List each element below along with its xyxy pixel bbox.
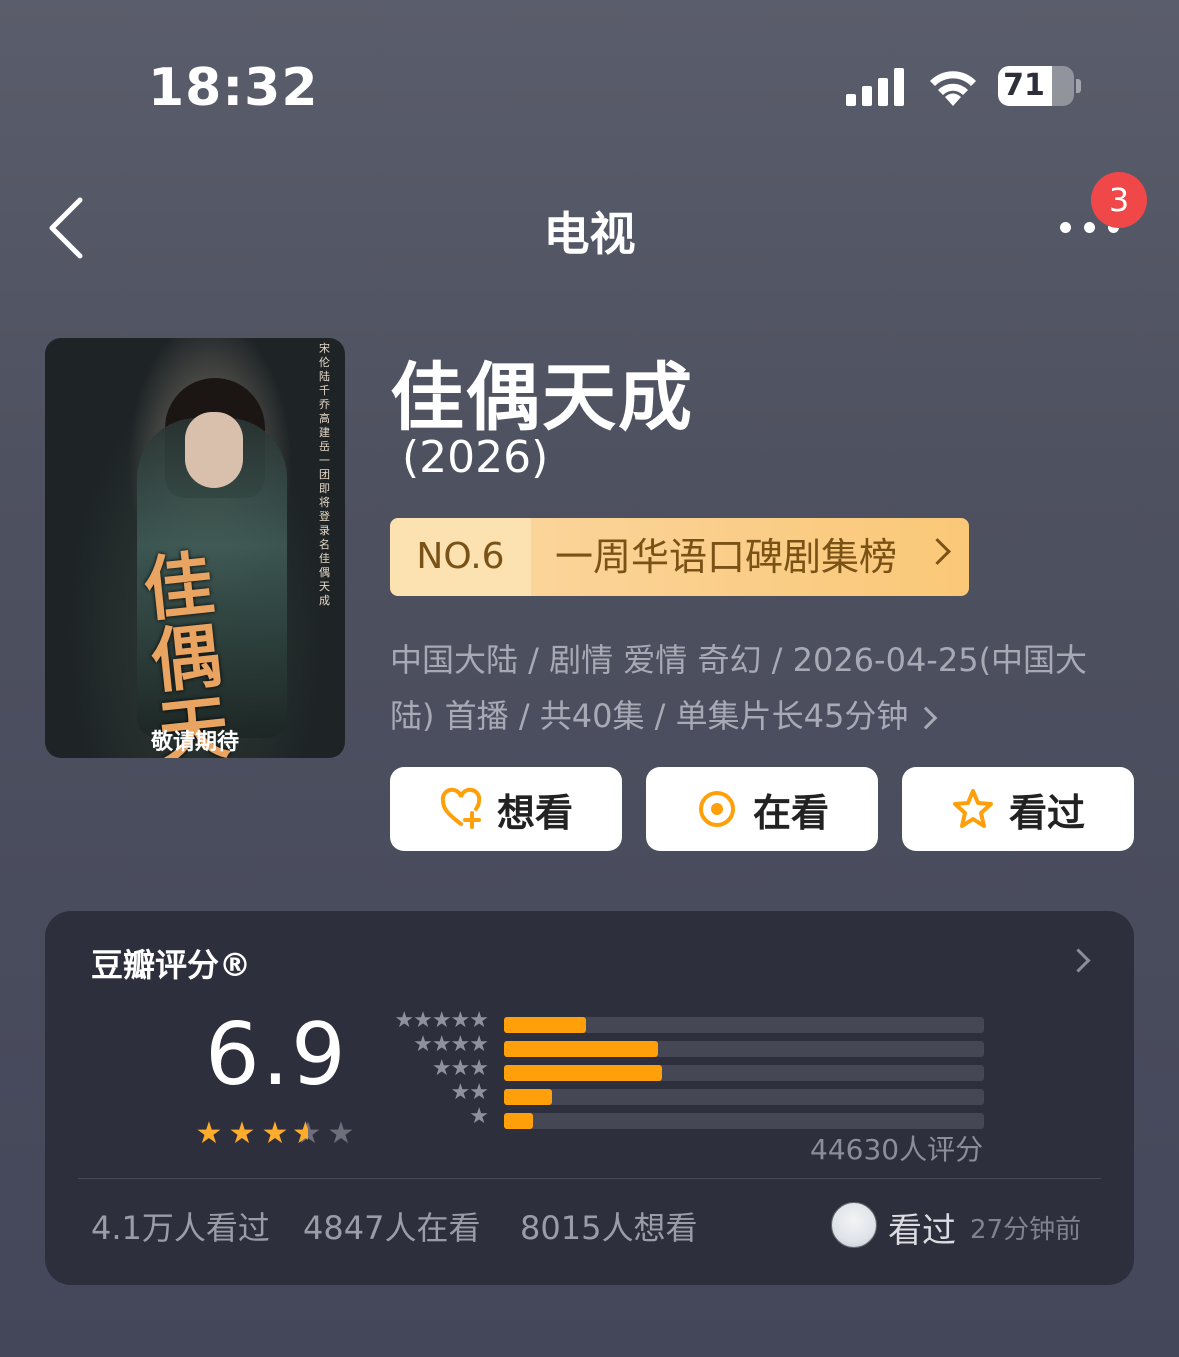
rating-row-stars: ★★★: [431, 1056, 489, 1081]
rating-count: 44630人评分: [810, 1133, 984, 1166]
watching-count[interactable]: 4847人在看: [303, 1203, 480, 1249]
rating-stars: ★ ★ ★★ ★: [193, 1116, 358, 1151]
want-count[interactable]: 8015人想看: [520, 1203, 697, 1249]
show-title: 佳偶天成: [390, 355, 694, 441]
rating-bar: [504, 1041, 658, 1057]
rank-label: 一周华语口碑剧集榜: [531, 518, 969, 596]
user-status: 看过: [888, 1211, 956, 1251]
rating-bar: [504, 1113, 533, 1129]
wifi-icon: [930, 71, 976, 106]
star-icon: ★: [327, 1116, 356, 1151]
rating-row-stars: ★★: [450, 1080, 489, 1105]
watching-label: 在看: [752, 790, 829, 835]
rating-row-stars: ★★★★: [413, 1032, 489, 1057]
poster-image[interactable]: 佳偶天成 宋伦 陆千乔 高建岳一团 即将登录名 佳偶天成 敬请期待: [45, 338, 345, 758]
battery-nub: [1076, 79, 1081, 93]
battery-level: 71: [1003, 68, 1045, 103]
star-icon: ★: [228, 1116, 257, 1151]
watched-label: 看过: [1008, 790, 1085, 835]
status-time: 18:32: [148, 58, 319, 118]
star-icon: ★: [261, 1116, 290, 1151]
show-meta[interactable]: 中国大陆 / 剧情 爱情 奇幻 / 2026-04-25(中国大 陆) 首播 /…: [390, 632, 1130, 744]
chevron-right-icon: [915, 706, 938, 730]
battery-icon: 71: [998, 66, 1074, 106]
cellular-signal-icon: [846, 68, 906, 106]
star-icon: ★: [195, 1116, 224, 1151]
poster-tagline: 敬请期待: [150, 730, 239, 755]
star-outline-icon: [952, 789, 993, 828]
want-to-watch-button[interactable]: 想看: [390, 767, 622, 851]
half-star-icon: ★: [292, 1116, 325, 1151]
want-label: 想看: [496, 790, 573, 835]
heart-plus-icon: [440, 787, 482, 829]
rating-score: 6.9: [205, 1005, 348, 1105]
watching-button[interactable]: 在看: [646, 767, 878, 851]
watched-count[interactable]: 4.1万人看过: [91, 1203, 270, 1249]
meta-line-1: 中国大陆 / 剧情 爱情 奇幻 / 2026-04-25(中国大: [390, 641, 1088, 679]
rating-row-stars: ★: [469, 1104, 489, 1129]
rating-bar: [504, 1089, 552, 1105]
show-year: (2026): [402, 432, 549, 483]
user-status-time: 27分钟前: [970, 1215, 1082, 1245]
ranking-banner[interactable]: NO.6 一周华语口碑剧集榜: [390, 518, 969, 596]
rating-bar: [504, 1017, 586, 1033]
meta-line-2: 陆) 首播 / 共40集 / 单集片长45分钟: [390, 697, 909, 735]
avatar[interactable]: [831, 1202, 877, 1248]
rating-bar: [504, 1065, 663, 1081]
circle-dot-icon: [698, 791, 735, 827]
poster-face: [185, 412, 243, 488]
rank-number: NO.6: [390, 518, 531, 596]
rating-title: 豆瓣评分®: [91, 946, 252, 984]
rating-row-stars: ★★★★★: [394, 1008, 489, 1033]
page-title: 电视: [543, 207, 636, 261]
poster-credits: 宋伦 陆千乔 高建岳一团 即将登录名 佳偶天成: [319, 342, 330, 607]
notification-badge: 3: [1091, 172, 1147, 228]
divider: [78, 1178, 1101, 1179]
watched-button[interactable]: 看过: [902, 767, 1134, 851]
